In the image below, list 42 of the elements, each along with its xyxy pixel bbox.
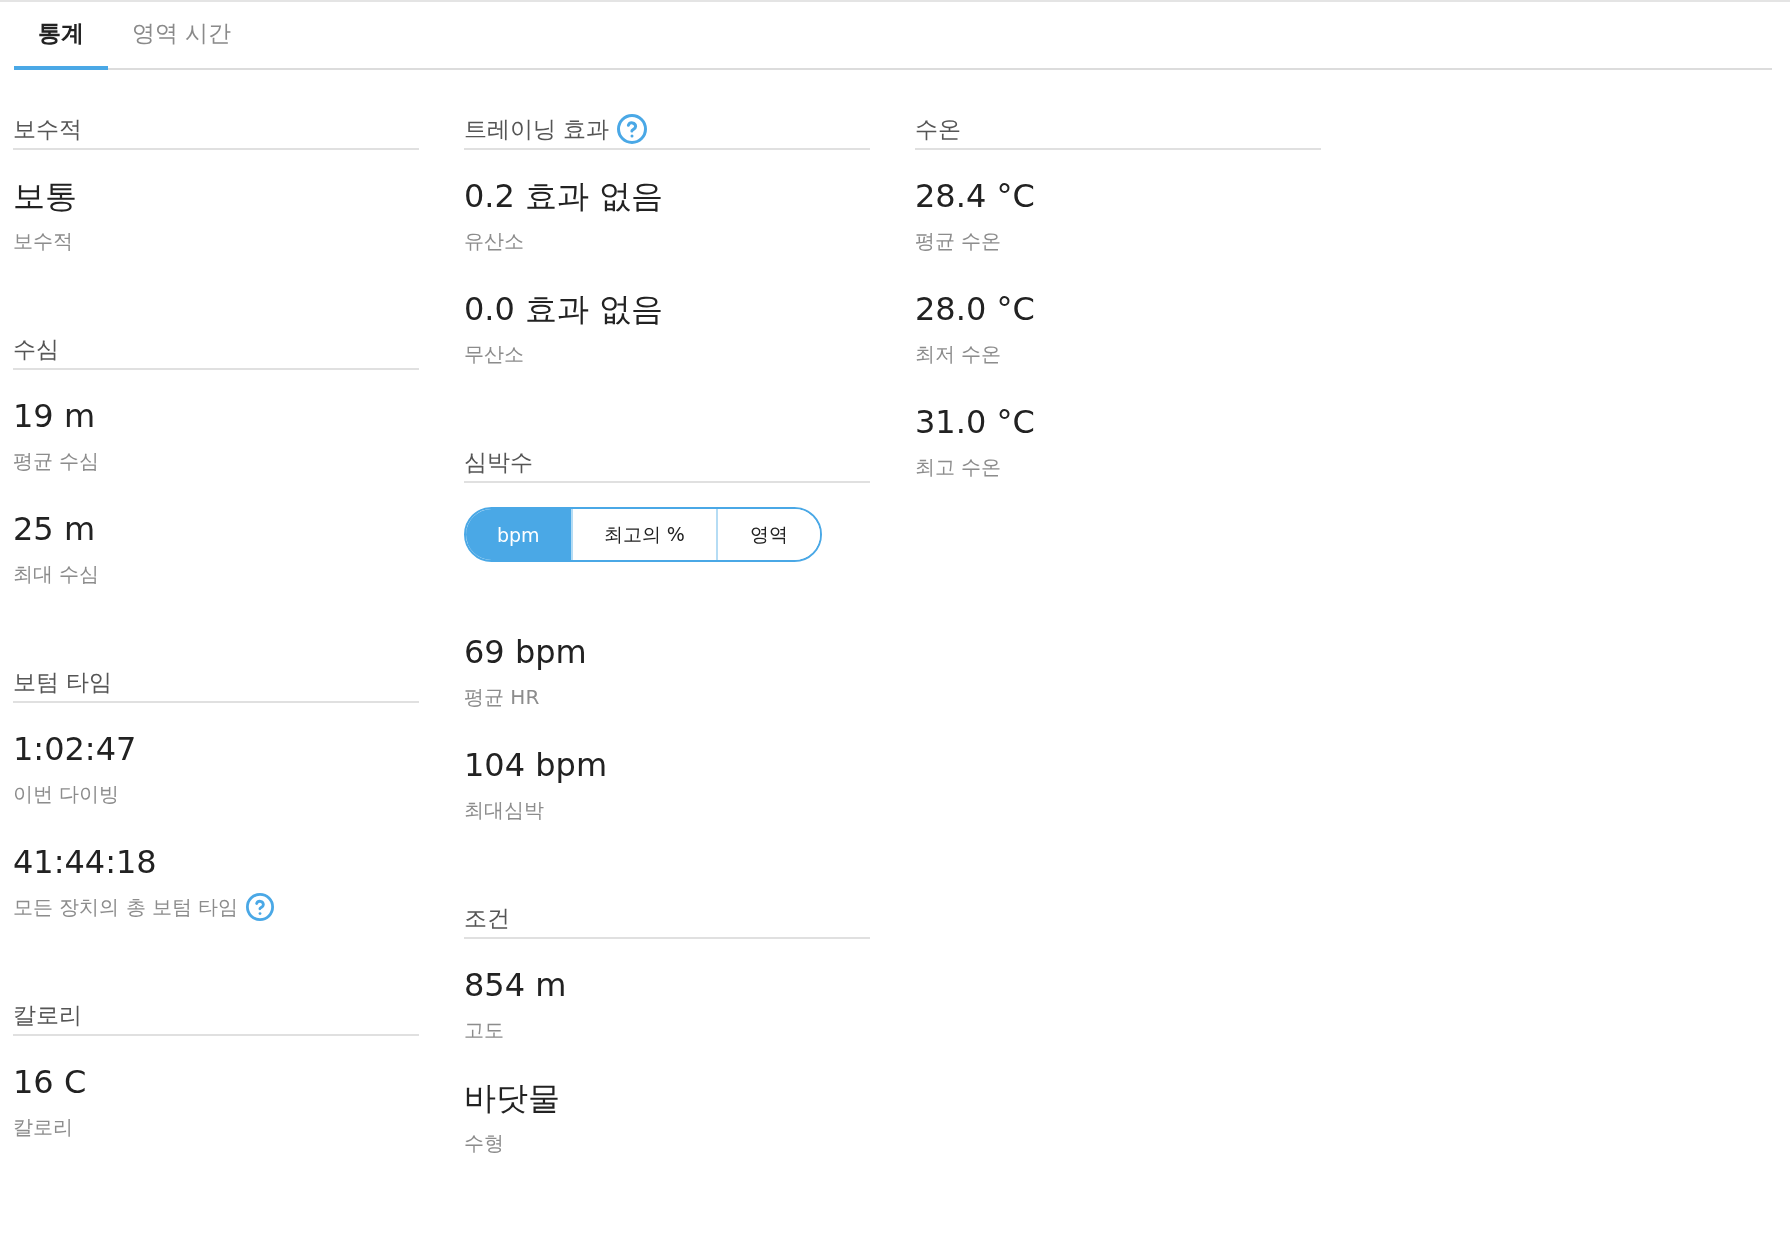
stat-value: 25 m (13, 509, 96, 550)
stat-label: 수형 (464, 1130, 504, 1157)
section-title: 심박수 (464, 448, 533, 477)
stat-label: 유산소 (464, 228, 524, 255)
section-title: 조건 (464, 904, 510, 933)
stat-value: 0.0 효과 없음 (464, 289, 664, 330)
help-icon[interactable] (617, 114, 648, 144)
section-title: 수온 (915, 115, 961, 144)
stat-value: 854 m (464, 965, 567, 1006)
section-title: 수심 (13, 335, 59, 364)
stat-label: 모든 장치의 총 보텀 타임 (13, 894, 239, 921)
stat-label: 최대심박 (464, 797, 544, 824)
stat-value: 바닷물 (464, 1078, 560, 1119)
stat-value: 1:02:47 (13, 729, 137, 770)
stat-label: 무산소 (464, 341, 524, 368)
section-title: 보수적 (13, 115, 82, 144)
stat-label: 고도 (464, 1017, 504, 1044)
stat-value: 28.4 °C (915, 176, 1035, 217)
stat-value: 0.2 효과 없음 (464, 176, 664, 217)
stat-label: 최대 수심 (13, 561, 100, 588)
stat-label: 평균 수온 (915, 228, 1002, 255)
stat-label: 평균 수심 (13, 448, 100, 475)
stat-label: 최저 수온 (915, 341, 1002, 368)
stat-label: 평균 HR (464, 684, 540, 711)
stat-label: 이번 다이빙 (13, 781, 120, 808)
section-title: 칼로리 (13, 1001, 82, 1030)
stat-value: 19 m (13, 396, 96, 437)
stat-value: 104 bpm (464, 745, 608, 786)
stat-label: 보수적 (13, 228, 73, 255)
stat-label: 최고 수온 (915, 454, 1002, 481)
section-title: 트레이닝 효과 (464, 115, 610, 144)
section-title: 보텀 타임 (13, 668, 113, 697)
tab[interactable]: 통계 (14, 2, 108, 70)
segment-button[interactable]: 영역 (715, 509, 820, 560)
stat-value: 69 bpm (464, 632, 587, 673)
stat-label: 칼로리 (13, 1114, 73, 1141)
stat-value: 41:44:18 (13, 842, 157, 883)
stat-value: 16 C (13, 1062, 87, 1103)
stat-value: 보통 (13, 176, 77, 217)
stat-value: 31.0 °C (915, 402, 1035, 443)
help-icon[interactable] (246, 893, 275, 921)
stat-value: 28.0 °C (915, 289, 1035, 330)
